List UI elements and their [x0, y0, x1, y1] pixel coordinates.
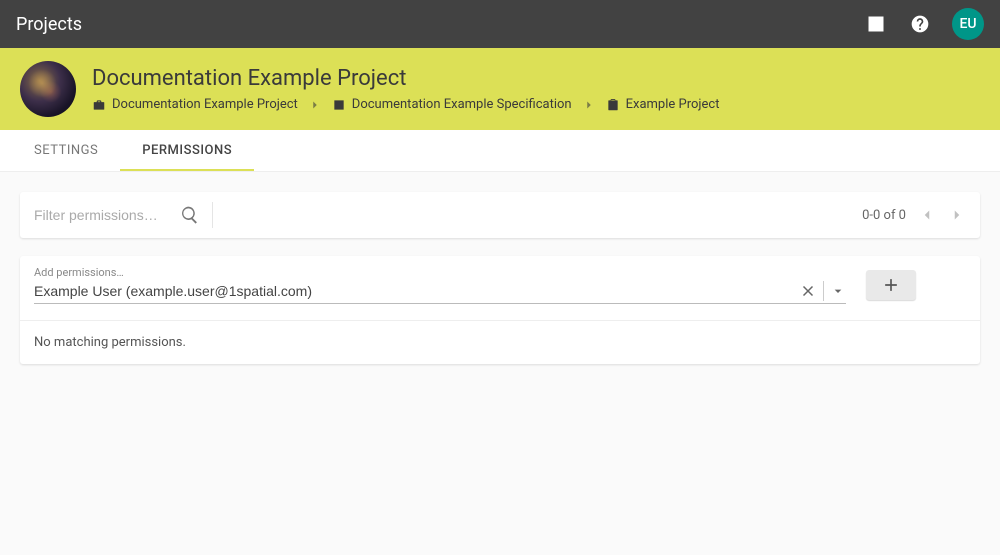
breadcrumbs: Documentation Example Project Documentat…: [92, 97, 719, 112]
user-avatar[interactable]: EU: [952, 8, 984, 40]
breadcrumb-item-specification[interactable]: Documentation Example Specification: [332, 97, 572, 112]
tab-settings[interactable]: SETTINGS: [12, 130, 120, 171]
add-permissions-label: Add permissions…: [34, 266, 846, 279]
add-permissions-field: Add permissions…: [34, 266, 846, 304]
divider: [823, 281, 824, 301]
search-icon[interactable]: [180, 205, 200, 225]
clear-input-icon[interactable]: [799, 282, 817, 300]
help-icon[interactable]: [908, 12, 932, 36]
pagination: 0-0 of 0: [862, 206, 966, 224]
app-title: Projects: [16, 14, 82, 35]
dropdown-toggle-icon[interactable]: [830, 283, 846, 299]
clipboard-icon: [606, 98, 620, 112]
specification-icon: [332, 98, 346, 112]
breadcrumb-item-example[interactable]: Example Project: [606, 97, 720, 112]
breadcrumb-item-project[interactable]: Documentation Example Project: [92, 97, 298, 112]
pagination-range: 0-0 of 0: [862, 208, 906, 223]
breadcrumb-label: Documentation Example Project: [112, 97, 298, 112]
divider: [212, 202, 213, 228]
project-avatar: [20, 61, 76, 117]
add-permissions-card: Add permissions… No matching permissions…: [20, 256, 980, 364]
tab-permissions[interactable]: PERMISSIONS: [120, 130, 254, 171]
empty-state-text: No matching permissions.: [20, 320, 980, 364]
breadcrumb-label: Example Project: [626, 97, 720, 112]
top-app-bar: Projects EU: [0, 0, 1000, 48]
filter-card: 0-0 of 0: [20, 192, 980, 238]
briefcase-icon: [92, 98, 106, 112]
add-permissions-input[interactable]: [34, 283, 799, 299]
project-header: Documentation Example Project Documentat…: [0, 48, 1000, 130]
breadcrumb-label: Documentation Example Specification: [352, 97, 572, 112]
add-button[interactable]: [866, 270, 916, 300]
project-title: Documentation Example Project: [92, 66, 719, 91]
chevron-right-icon: [308, 98, 322, 112]
plus-icon: [881, 275, 901, 295]
prev-page-button[interactable]: [918, 206, 936, 224]
content-area: 0-0 of 0 Add permissions…: [0, 172, 1000, 402]
tab-bar: SETTINGS PERMISSIONS: [0, 130, 1000, 172]
next-page-button[interactable]: [948, 206, 966, 224]
bar-chart-icon[interactable]: [864, 12, 888, 36]
filter-permissions-input[interactable]: [34, 207, 174, 223]
chevron-right-icon: [582, 98, 596, 112]
